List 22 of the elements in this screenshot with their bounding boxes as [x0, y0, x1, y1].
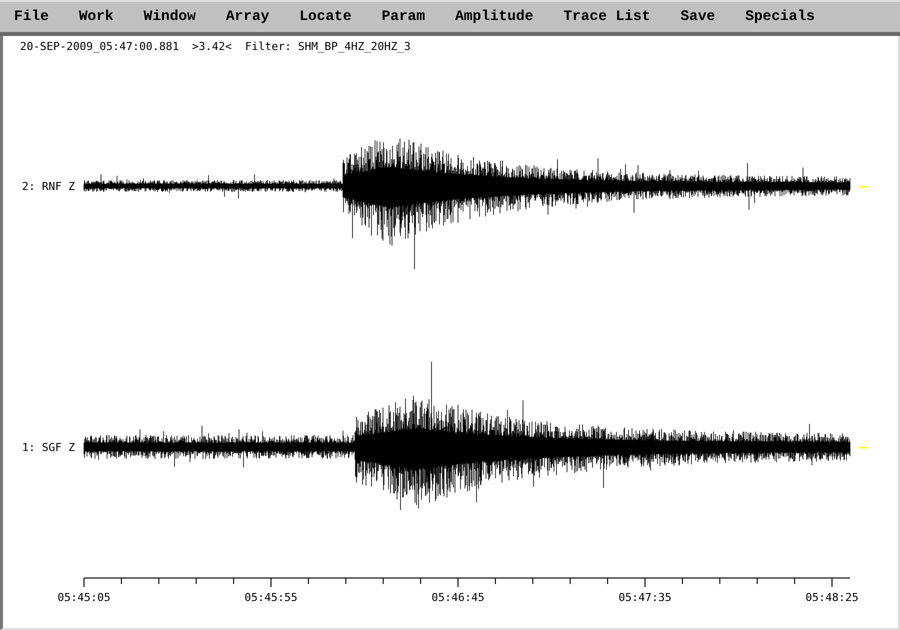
timestamp-label: 20-SEP-2009_05:47:00.881	[20, 40, 179, 53]
trace-label: 1: SGF Z	[22, 441, 75, 454]
trace-marker	[859, 186, 868, 188]
menu-item[interactable]: Specials	[745, 9, 815, 25]
menu-item[interactable]: Window	[144, 9, 196, 25]
amplitude-label: >3.42<	[192, 40, 232, 53]
time-label: 05:47:35	[618, 591, 672, 604]
menu-item[interactable]: Amplitude	[455, 9, 534, 25]
menu-item[interactable]: Array	[226, 9, 270, 25]
menu-item[interactable]: Trace List	[563, 9, 650, 25]
menu-item[interactable]: Save	[680, 9, 716, 25]
menu-item[interactable]: File	[14, 9, 49, 25]
time-label: 05:46:45	[432, 591, 484, 604]
filter-label: Filter: SHM_BP_4HZ_20HZ_3	[245, 40, 411, 53]
trace-label: 2: RNF Z	[22, 180, 75, 193]
menu-item[interactable]: Param	[382, 9, 426, 25]
trace-marker	[859, 447, 868, 448]
time-label: 05:45:55	[244, 591, 298, 604]
menu-item[interactable]: Locate	[299, 9, 352, 25]
time-label: 05:45:05	[58, 591, 110, 604]
menu-item[interactable]: Work	[78, 9, 114, 25]
time-label: 05:48:25	[806, 591, 858, 604]
